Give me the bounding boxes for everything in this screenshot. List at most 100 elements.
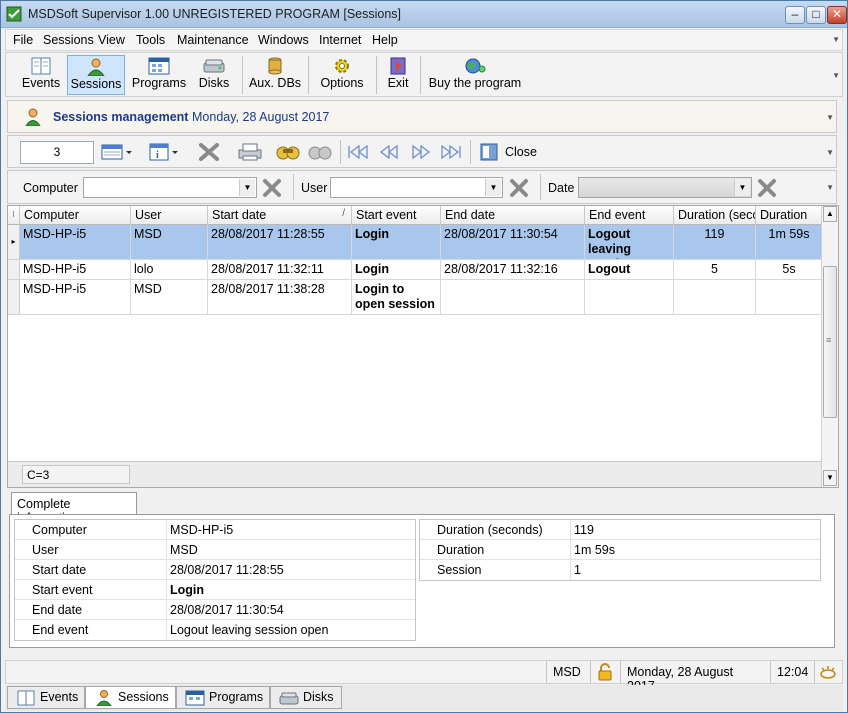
navbar-chevron-icon[interactable]: ▼ [826,148,834,157]
table-row[interactable]: MSD-HP-i5 lolo 28/08/2017 11:32:11 Login… [8,260,823,280]
print-icon[interactable] [236,142,264,162]
menu-view[interactable]: View [98,33,125,47]
delete-icon[interactable] [198,142,220,162]
svg-text:i: i [156,150,159,161]
menu-maintenance[interactable]: Maintenance [177,33,249,47]
exit-door-icon [390,57,406,75]
column-header-end-date[interactable]: End date [441,206,585,225]
menubar-chevron-icon[interactable]: ▼ [832,35,840,44]
main-toolbar: Events Sessions Programs Disks Aux. DBs … [5,52,843,97]
find-icon[interactable] [274,142,302,162]
aux-dbs-button[interactable]: Aux. DBs [248,55,302,95]
menu-windows[interactable]: Windows [258,33,309,47]
disk-icon [279,692,299,705]
close-panel-button[interactable]: Close [505,145,537,159]
columns-dropdown-icon[interactable] [100,142,134,162]
grid-corner[interactable]: ⁝ [8,206,20,225]
clear-date-filter-icon[interactable] [756,178,778,198]
menu-file[interactable]: File [13,33,33,47]
disk-icon [203,59,225,73]
clear-computer-filter-icon[interactable] [261,178,283,198]
navbar-separator [340,140,341,164]
events-icon [31,57,51,75]
previous-record-icon[interactable] [377,142,401,162]
maximize-button[interactable]: □ [806,6,826,24]
date-filter-label: Date [548,181,575,195]
chevron-down-icon[interactable]: ▼ [734,179,750,196]
chevron-down-icon[interactable]: ▼ [485,179,501,196]
date-filter-select[interactable]: ▼ [578,177,752,198]
column-header-end-event[interactable]: End event [585,206,674,225]
bottom-tab-programs[interactable]: Programs [176,686,270,709]
toolbar-chevron-icon[interactable]: ▼ [832,71,840,80]
table-row[interactable]: MSD-HP-i5 MSD 28/08/2017 11:38:28 Login … [8,280,823,315]
column-header-duration-seconds[interactable]: Duration (seconds) [674,206,756,225]
tab-complete-information[interactable]: Complete information [11,492,137,525]
first-record-icon[interactable] [346,142,370,162]
menu-help[interactable]: Help [372,33,398,47]
detail-key: Session [420,560,571,580]
menu-tools[interactable]: Tools [136,33,165,47]
detail-key: Duration (seconds) [420,520,571,540]
column-header-duration[interactable]: Duration [756,206,823,225]
cell-end-date: 28/08/2017 11:30:54 [441,225,585,260]
info-dropdown-icon[interactable]: i [148,142,182,162]
chevron-down-icon[interactable]: ▼ [239,179,255,196]
title-bar[interactable]: MSDSoft Supervisor 1.00 UNREGISTERED PRO… [1,1,847,28]
column-header-user[interactable]: User [131,206,208,225]
detail-row: Computer MSD-HP-i5 [15,520,415,540]
filterbar-chevron-icon[interactable]: ▼ [826,183,834,192]
detail-row: Session 1 [420,560,820,580]
next-record-icon[interactable] [409,142,433,162]
clear-user-filter-icon[interactable] [508,178,530,198]
bottom-tab-label: Programs [209,690,264,704]
detail-key: Duration [420,540,571,560]
aux-dbs-button-label: Aux. DBs [248,76,302,90]
sessions-panel-header: Sessions management Monday, 28 August 20… [7,100,837,133]
detail-value: 119 [574,523,594,537]
options-button[interactable]: Options [316,55,368,95]
detail-row: Start date 28/08/2017 11:28:55 [15,560,415,580]
detail-value: MSD-HP-i5 [170,523,234,537]
bottom-tab-label: Disks [303,690,334,704]
column-header-computer[interactable]: Computer [20,206,131,225]
column-header-start-date[interactable]: Start date / [208,206,352,225]
bottom-tab-sessions[interactable]: Sessions [85,686,176,709]
computer-filter-select[interactable]: ▼ [83,177,257,198]
table-row[interactable]: ▸ MSD-HP-i5 MSD 28/08/2017 11:28:55 Logi… [8,225,823,260]
cell-computer: MSD-HP-i5 [20,260,131,280]
detail-row: Duration 1m 59s [420,540,820,560]
events-button[interactable]: Events [16,55,66,95]
menu-sessions[interactable]: Sessions [43,33,94,47]
close-window-button[interactable]: ✕ [827,6,847,24]
buy-program-button[interactable]: Buy the program [426,55,524,95]
column-header-start-event[interactable]: Start event [352,206,441,225]
programs-button[interactable]: Programs [130,55,188,95]
cell-end-event: Logout leaving session open [585,225,674,260]
panel-chevron-icon[interactable]: ▼ [826,113,834,122]
find-next-icon[interactable] [306,142,334,162]
cell-duration: 1m 59s [756,225,823,260]
panel-title: Sessions management [53,110,189,124]
lock-segment[interactable] [590,661,620,683]
scroll-down-icon[interactable]: ▼ [823,470,837,486]
scroll-up-icon[interactable]: ▲ [823,206,837,222]
programs-icon [148,57,170,75]
user-filter-select[interactable]: ▼ [330,177,503,198]
minimize-button[interactable]: – [785,6,805,24]
navigation-bar: 3 i Close ▼ [7,135,837,168]
close-panel-icon[interactable] [478,142,500,162]
sessions-button[interactable]: Sessions [67,55,125,95]
user-icon [87,58,105,76]
grid-vertical-scrollbar[interactable]: ▲ ≡ ▼ [821,206,838,487]
disks-button[interactable]: Disks [192,55,236,95]
last-record-icon[interactable] [439,142,463,162]
scroll-thumb[interactable]: ≡ [823,266,837,418]
exit-button[interactable]: Exit [382,55,414,95]
detail-value: 1 [574,563,581,577]
menu-internet[interactable]: Internet [319,33,361,47]
bottom-tab-events[interactable]: Events [7,686,85,709]
record-count-field[interactable]: 3 [20,141,94,164]
bottom-tab-disks[interactable]: Disks [270,686,342,709]
cell-start-date: 28/08/2017 11:28:55 [208,225,352,260]
